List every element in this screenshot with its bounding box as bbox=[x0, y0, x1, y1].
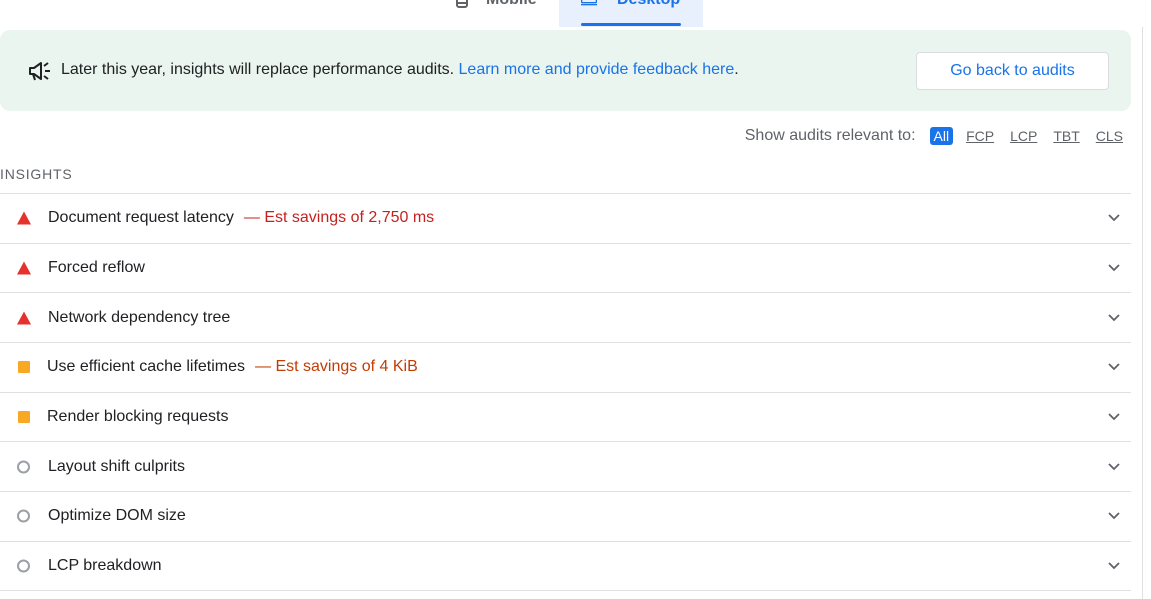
fail-triangle-icon bbox=[17, 261, 31, 275]
audit-title-text: Use efficient cache lifetimes bbox=[47, 358, 246, 376]
tab-mobile[interactable]: Mobile bbox=[440, 0, 559, 27]
audit-title: LCP breakdown bbox=[48, 556, 162, 574]
audit-title: Network dependency tree bbox=[48, 308, 231, 326]
banner-suffix: . bbox=[734, 61, 739, 78]
filter-lcp[interactable]: LCP bbox=[1007, 127, 1040, 145]
insights-banner: Later this year, insights will replace p… bbox=[0, 30, 1131, 111]
audit-row[interactable]: Network dependency tree bbox=[0, 292, 1131, 342]
go-back-to-audits-button[interactable]: Go back to audits bbox=[916, 52, 1109, 90]
active-tab-indicator bbox=[581, 23, 681, 26]
banner-message: Later this year, insights will replace p… bbox=[61, 60, 739, 80]
chevron-down-icon[interactable] bbox=[1108, 512, 1120, 520]
tab-desktop-label: Desktop bbox=[617, 0, 680, 9]
section-title: INSIGHTS bbox=[0, 166, 73, 182]
audit-title: Render blocking requests bbox=[47, 408, 229, 426]
chevron-down-icon[interactable] bbox=[1108, 314, 1120, 322]
audit-title: Optimize DOM size bbox=[48, 507, 186, 525]
insights-list: Document request latency — Est savings of… bbox=[0, 193, 1131, 591]
audit-row[interactable]: Render blocking requests bbox=[0, 391, 1131, 442]
audit-row[interactable]: Document request latency — Est savings of… bbox=[0, 193, 1131, 243]
audit-row[interactable]: Use efficient cache lifetimes — Est savin… bbox=[0, 342, 1131, 392]
audit-title: Forced reflow bbox=[48, 259, 145, 277]
tab-mobile-label: Mobile bbox=[486, 0, 537, 9]
audit-title: Use efficient cache lifetimes — Est savin… bbox=[47, 358, 418, 376]
learn-more-link[interactable]: Learn more and provide feedback here bbox=[459, 61, 735, 78]
lighthouse-report: Mobile Desktop Later this year, insights… bbox=[0, 0, 1151, 599]
audit-title-text: Document request latency bbox=[48, 209, 234, 227]
chevron-down-icon[interactable] bbox=[1108, 463, 1120, 471]
megaphone-icon bbox=[29, 62, 50, 81]
fail-triangle-icon bbox=[17, 211, 31, 225]
audit-filter: Show audits relevant to: All FCP LCP TBT… bbox=[745, 125, 1126, 147]
fail-triangle-icon bbox=[17, 311, 31, 325]
filter-cls[interactable]: CLS bbox=[1093, 127, 1126, 145]
chevron-down-icon[interactable] bbox=[1108, 413, 1120, 421]
mobile-icon bbox=[456, 0, 468, 8]
chevron-down-icon[interactable] bbox=[1108, 214, 1120, 222]
panel-border bbox=[1142, 27, 1143, 599]
desktop-icon bbox=[581, 0, 597, 6]
average-square-icon bbox=[18, 411, 30, 424]
audit-savings: — Est savings of 4 KiB bbox=[255, 358, 418, 376]
filter-tbt[interactable]: TBT bbox=[1050, 127, 1082, 145]
filter-all[interactable]: All bbox=[929, 127, 954, 145]
audit-row[interactable]: LCP breakdown bbox=[0, 540, 1131, 591]
audit-savings: — Est savings of 2,750 ms bbox=[243, 209, 435, 227]
chevron-down-icon[interactable] bbox=[1108, 363, 1120, 371]
audit-row[interactable]: Layout shift culprits bbox=[0, 441, 1131, 491]
info-circle-icon bbox=[17, 460, 30, 474]
audit-row[interactable]: Forced reflow bbox=[0, 242, 1131, 293]
info-circle-icon bbox=[17, 559, 30, 573]
audit-title: Layout shift culprits bbox=[48, 457, 185, 475]
filter-fcp[interactable]: FCP bbox=[963, 127, 997, 145]
info-circle-icon bbox=[17, 509, 30, 523]
average-square-icon bbox=[18, 361, 30, 374]
banner-text: Later this year, insights will replace p… bbox=[61, 61, 455, 78]
audit-row[interactable]: Optimize DOM size bbox=[0, 491, 1131, 541]
chevron-down-icon[interactable] bbox=[1108, 562, 1120, 570]
tab-desktop[interactable]: Desktop bbox=[559, 0, 703, 27]
chevron-down-icon[interactable] bbox=[1108, 264, 1120, 272]
device-tabs: Mobile Desktop bbox=[440, 0, 703, 27]
filter-label: Show audits relevant to: bbox=[744, 127, 916, 144]
audit-title: Document request latency — Est savings of… bbox=[48, 209, 434, 227]
